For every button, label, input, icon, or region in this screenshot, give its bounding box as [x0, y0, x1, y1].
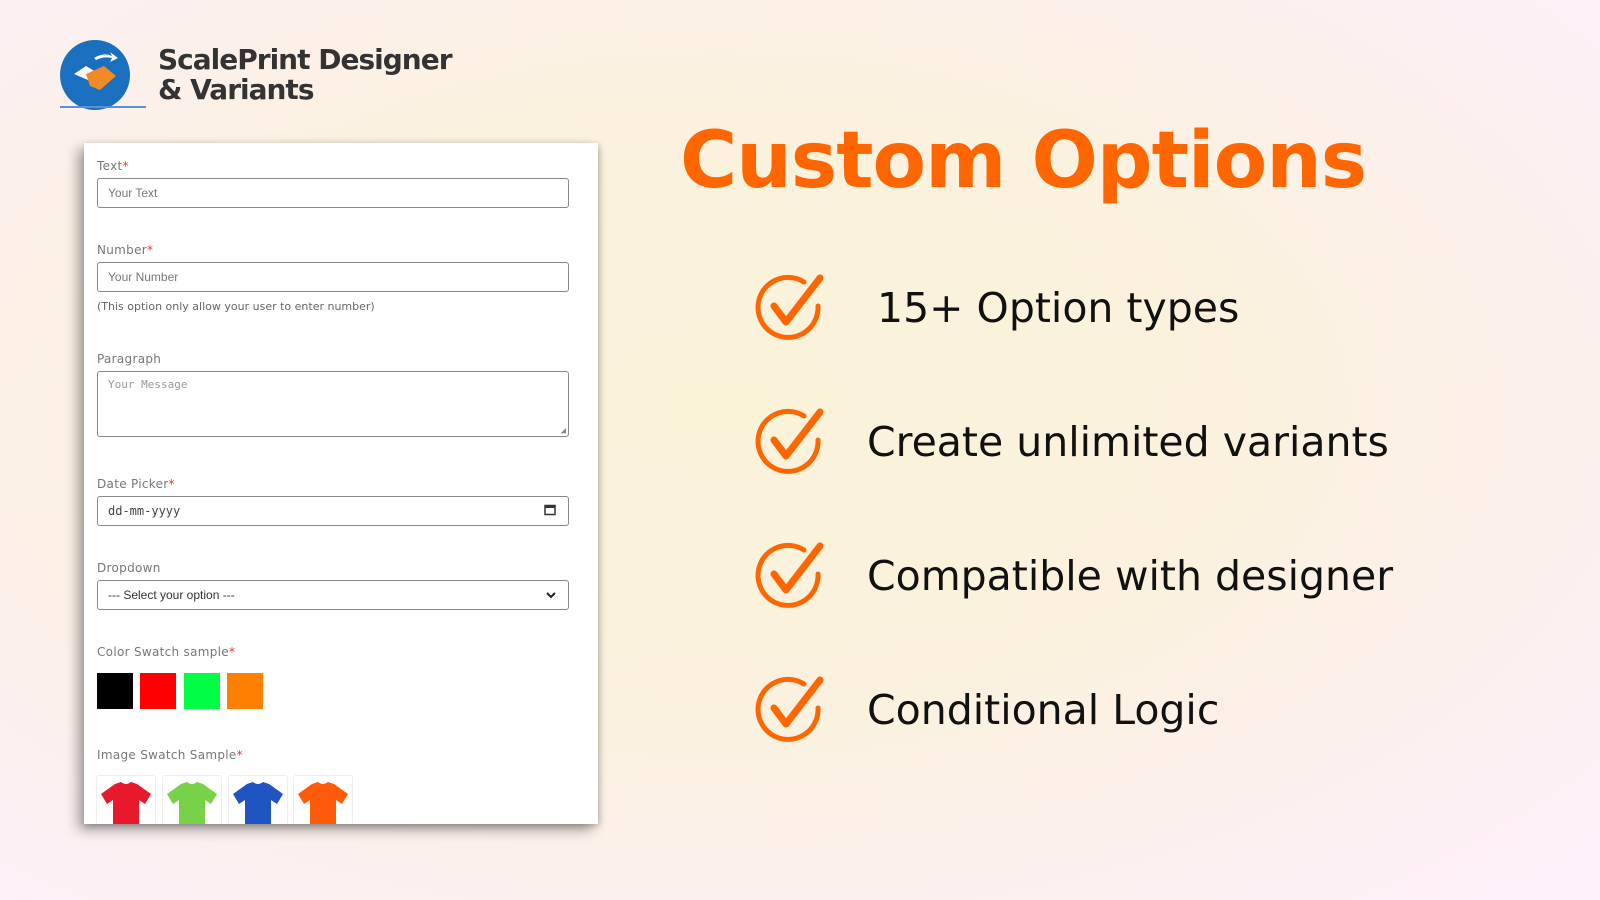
brand-name-line2: & Variants: [158, 73, 314, 106]
chevron-down-icon[interactable]: [546, 588, 556, 602]
color-swatch-orange[interactable]: [227, 673, 263, 709]
feature-item: 15+ Option types: [752, 270, 1239, 346]
date-picker-input[interactable]: dd-mm-yyyy: [97, 496, 569, 526]
image-swatch-green-tshirt[interactable]: [162, 775, 222, 824]
brand-name-line1: ScalePrint Designer: [158, 43, 453, 76]
paragraph-label: Paragraph: [97, 352, 162, 366]
custom-options-form: Text* Your Text Number* Your Number (Thi…: [84, 143, 598, 824]
feature-item: Compatible with designer: [752, 538, 1393, 614]
text-input[interactable]: Your Text: [97, 178, 569, 208]
resize-handle-icon[interactable]: ◢: [561, 426, 566, 436]
image-swatch-blue-tshirt[interactable]: [228, 775, 288, 824]
check-circle-icon: [752, 538, 828, 614]
feature-item: Create unlimited variants: [752, 404, 1389, 480]
number-hint: (This option only allow your user to ent…: [97, 300, 375, 313]
check-circle-icon: [752, 404, 828, 480]
text-label: Text*: [97, 159, 129, 173]
feature-item: Conditional Logic: [752, 672, 1219, 748]
date-placeholder: dd-mm-yyyy: [108, 504, 181, 518]
text-placeholder: Your Text: [108, 186, 158, 200]
paragraph-textarea[interactable]: Your Message ◢: [97, 371, 569, 437]
date-label: Date Picker*: [97, 477, 175, 491]
feature-label: Create unlimited variants: [867, 418, 1389, 466]
dropdown-select[interactable]: --- Select your option ---: [97, 580, 569, 610]
check-circle-icon: [752, 672, 828, 748]
image-swatch-red-tshirt[interactable]: [96, 775, 156, 824]
color-swatch-red[interactable]: [140, 673, 176, 709]
number-label: Number*: [97, 243, 154, 257]
logo-underline: [60, 106, 146, 108]
feature-label: Compatible with designer: [867, 552, 1394, 600]
dropdown-selected: --- Select your option ---: [108, 588, 235, 602]
dropdown-label: Dropdown: [97, 561, 161, 575]
page-title: Custom Options: [680, 116, 1367, 206]
image-swatch-label: Image Swatch Sample*: [97, 748, 243, 762]
number-input[interactable]: Your Number: [97, 262, 569, 292]
color-swatch-black[interactable]: [97, 673, 133, 709]
color-swatch-green[interactable]: [184, 673, 220, 709]
check-circle-icon: [752, 270, 828, 346]
feature-label: Conditional Logic: [867, 686, 1220, 734]
number-placeholder: Your Number: [108, 270, 179, 284]
image-swatch-orange-tshirt[interactable]: [293, 775, 353, 824]
brand-name: ScalePrint Designer & Variants: [158, 43, 453, 106]
handshake-icon: [60, 40, 130, 110]
calendar-icon[interactable]: [544, 504, 556, 519]
color-swatch-label: Color Swatch sample*: [97, 645, 236, 659]
feature-label: 15+ Option types: [877, 284, 1240, 332]
paragraph-placeholder: Your Message: [108, 378, 188, 391]
brand-logo: ScalePrint Designer & Variants: [60, 40, 453, 110]
